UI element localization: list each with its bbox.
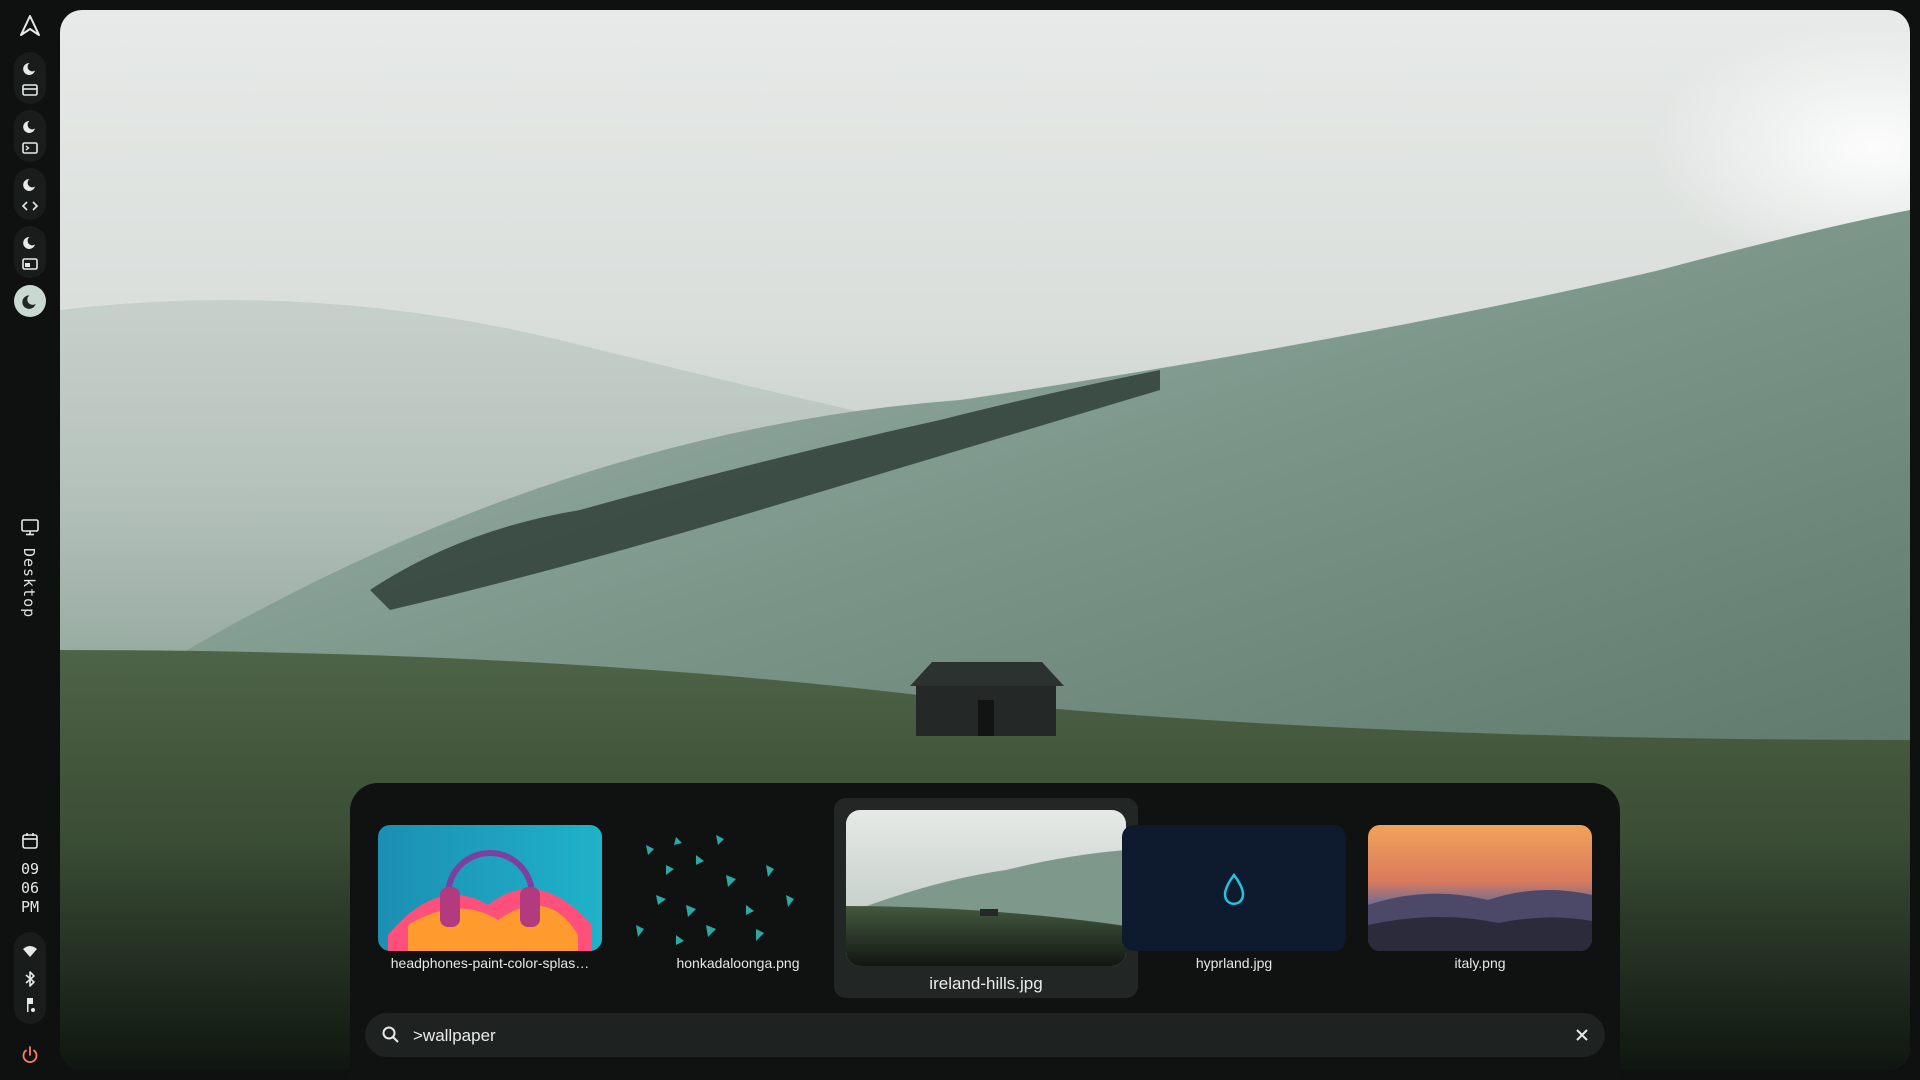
wallpaper-thumb-label: italy.png [1454,955,1506,971]
workspace-1[interactable] [14,52,46,104]
terminal-icon [22,142,38,154]
side-bar: Desktop 09 06 PM [0,0,60,1080]
wallpaper-thumb-label: hyprland.jpg [1195,955,1273,971]
moon-icon [23,62,35,75]
monitor-icon [21,519,39,536]
search-icon [382,1026,399,1043]
app-logo-icon[interactable] [18,14,42,38]
power-icon[interactable] [20,1045,40,1065]
workspace-2[interactable] [14,110,46,162]
close-icon[interactable] [1573,1026,1591,1044]
italy-preview [1368,825,1592,951]
honkadaloonga-preview [626,825,850,951]
search-bar [365,1013,1605,1057]
notifications-icon[interactable] [21,996,39,1014]
moon-icon [22,295,36,309]
code-icon [21,201,39,211]
wallpaper-thumb-italy[interactable] [1368,825,1592,951]
clock[interactable]: 09 06 PM [0,860,60,917]
moon-icon [23,178,35,191]
ireland-hills-preview [846,810,1126,966]
workspace-active[interactable] [14,285,46,317]
wallpaper-thumb-headphones[interactable] [378,825,602,951]
wallpaper-launcher: headphones-paint-color-splas… honkadaloo… [350,783,1620,1080]
wallpaper-thumb-label: headphones-paint-color-splas… [390,955,590,971]
workspace-4[interactable] [14,226,46,278]
workspace-3[interactable] [14,168,46,220]
clock-ampm: PM [20,898,40,916]
wallpaper-thumb-label: honkadaloonga.png [676,955,800,971]
moon-icon [23,236,35,249]
moon-icon [23,120,35,133]
wifi-icon[interactable] [21,942,39,960]
bluetooth-icon[interactable] [21,970,39,988]
files-icon [22,258,38,270]
cabin [910,662,1064,736]
wallpaper-thumb-ireland-hills[interactable]: ireland-hills.jpg [834,798,1138,998]
clock-minute: 06 [20,879,40,897]
status-icons[interactable] [14,932,46,1024]
browser-icon [22,84,38,96]
search-input[interactable] [411,1021,1515,1051]
clock-hour: 09 [20,860,40,878]
wallpaper-thumb-honkadaloonga[interactable] [626,825,850,951]
headphones-preview [378,825,602,951]
hyprland-preview [1122,825,1346,951]
workspace-label: Desktop [20,548,38,619]
wallpaper-thumb-label: ireland-hills.jpg [929,974,1043,993]
calendar-icon[interactable] [21,832,39,850]
wallpaper-thumb-hyprland[interactable] [1122,825,1346,951]
